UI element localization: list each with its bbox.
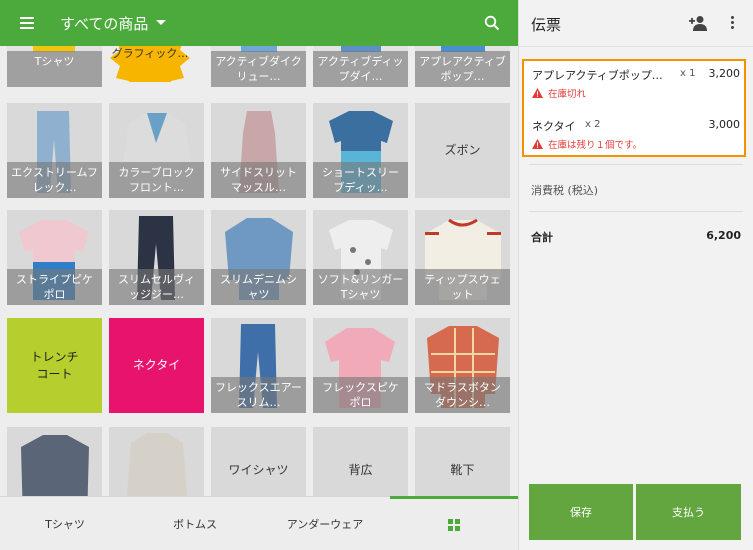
product-panel: すべての商品 Tシャツ アクティブダイクリュー… アクティブディップダイ… アプ… <box>0 0 518 550</box>
warning-icon <box>532 139 543 149</box>
product-tile[interactable]: ショートスリーブディッ… <box>313 103 408 198</box>
add-person-icon[interactable] <box>689 15 707 31</box>
product-tile[interactable]: フレックスピケポロ <box>313 318 408 413</box>
total-label: 合計 <box>531 231 553 244</box>
tab-tshirt[interactable]: Tシャツ <box>0 497 130 550</box>
ticket-title: 伝票 <box>531 16 562 34</box>
pay-button[interactable]: 支払う <box>636 484 741 540</box>
divider <box>529 211 743 212</box>
stock-warning: 在庫は残り１個です。 <box>532 137 642 151</box>
save-button[interactable]: 保存 <box>529 484 633 540</box>
tax-label: 消費税 (税込) <box>531 184 599 197</box>
tab-bottoms[interactable]: ボトムス <box>130 497 260 550</box>
category-tile[interactable]: ネクタイ <box>109 318 204 413</box>
ticket-lines: アプレアクティブポップ… x 1 3,200 在庫切れ ネクタイ x 2 3,0… <box>522 59 746 157</box>
warning-icon <box>532 88 543 98</box>
product-tile[interactable]: サイドスリットマッスル… <box>211 103 306 198</box>
product-tile[interactable]: スリムデニムシャツ <box>211 210 306 305</box>
product-tile[interactable]: スリムセルヴィッジジー… <box>109 210 204 305</box>
product-tile[interactable]: ストライプピケポロ <box>7 210 102 305</box>
stock-warning: 在庫切れ <box>532 86 586 100</box>
tab-all-grid[interactable] <box>390 496 518 550</box>
product-tile[interactable]: ティップスウェット <box>415 210 510 305</box>
product-tile[interactable]: フレックスエアースリム… <box>211 318 306 413</box>
top-app-bar: すべての商品 <box>0 0 518 46</box>
category-title[interactable]: すべての商品 <box>60 13 148 34</box>
product-tile[interactable]: マドラスボタンダウンシ… <box>415 318 510 413</box>
grid-view-icon <box>448 518 460 531</box>
category-tab-bar: Tシャツ ボトムス アンダーウェア <box>0 496 518 550</box>
search-icon[interactable] <box>484 15 500 31</box>
category-tile[interactable]: トレンチコート <box>7 318 102 413</box>
chevron-down-icon[interactable] <box>156 20 166 25</box>
category-tile[interactable]: ズボン <box>415 103 510 198</box>
product-tile[interactable]: ソフト&リンガーTシャツ <box>313 210 408 305</box>
divider <box>519 46 753 47</box>
tab-underwear[interactable]: アンダーウェア <box>260 497 390 550</box>
more-vert-icon[interactable] <box>731 16 735 30</box>
menu-icon[interactable] <box>20 17 34 29</box>
total-value: 6,200 <box>706 229 741 242</box>
graphic-product-badge[interactable]: グラフィック… <box>110 40 190 102</box>
product-tile[interactable]: エクストリームフレック… <box>7 103 102 198</box>
pos-app: すべての商品 Tシャツ アクティブダイクリュー… アクティブディップダイ… アプ… <box>0 0 753 550</box>
ticket-panel: 伝票 アプレアクティブポップ… x 1 3,200 在庫切れ ネクタイ x 2 … <box>518 0 753 550</box>
product-tile[interactable]: カラーブロックフロント… <box>109 103 204 198</box>
divider <box>529 164 743 165</box>
